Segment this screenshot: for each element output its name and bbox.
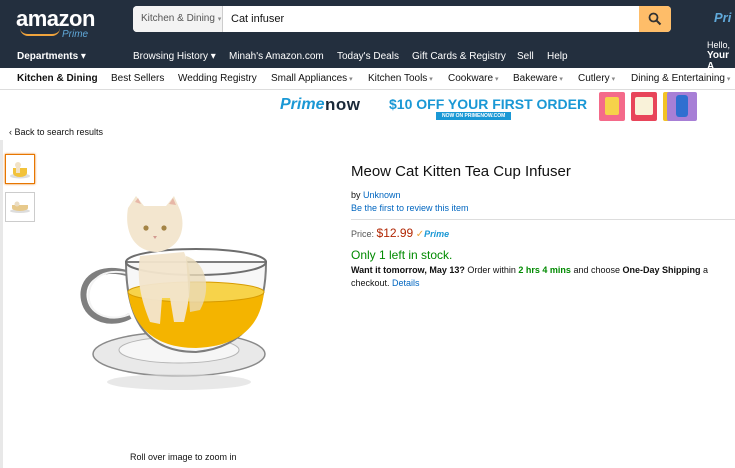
subnav-item-kitchen-tools[interactable]: Kitchen Tools ▾ [368,73,433,84]
shipping-details-link[interactable]: Details [392,278,420,288]
main-nav: Departments ▾ Browsing History ▾ Minah's… [0,46,735,68]
subnav-item-label: Cookware [448,73,494,84]
brand-link[interactable]: Unknown [363,190,401,200]
prime-badge: Prime [424,229,450,239]
at-label: a [703,265,709,275]
subnav-item-cookware[interactable]: Cookware ▾ [448,73,499,84]
subnav-item-wedding-registry[interactable]: Wedding Registry [178,73,257,84]
search-bar: Kitchen & Dining ▾ [133,6,671,32]
subnav-item-cutlery[interactable]: Cutlery ▾ [578,73,615,84]
chevron-down-icon: ▾ [609,76,616,83]
logo-smile-icon [20,28,60,36]
page-edge-divider [0,140,3,468]
primenow-prime-text: Prime [280,96,325,113]
product-byline: by Unknown [351,190,401,200]
price-label: Price: [351,229,375,239]
primenow-cta: NOW ON PRIMENOW.COM [436,112,512,120]
nav-item-help[interactable]: Help [547,51,568,62]
ad-product-image [599,92,625,121]
price-row: Price: $12.99 ✓Prime [351,226,449,240]
by-label: by [351,190,361,200]
subnav-item-dining-entertaining[interactable]: Dining & Entertaining ▾ [631,73,730,84]
subnav-item-bakeware[interactable]: Bakeware ▾ [513,73,563,84]
nav-item-sell[interactable]: Sell [517,51,534,62]
chevron-down-icon: ▾ [217,16,222,23]
chevron-down-icon: ▾ [427,76,433,83]
product-price: $12.99 [376,226,414,240]
prime-promo-link[interactable]: Pri [714,10,731,25]
delivery-question: Want it tomorrow, May 13? [351,265,465,275]
choose-label: and choose [573,265,620,275]
order-within-label: Order within [467,265,516,275]
subnav-item-label: Bakeware [513,73,558,84]
search-icon [648,12,662,26]
search-button[interactable] [639,6,671,32]
chevron-down-icon: ▾ [557,76,563,83]
product-main-image[interactable] [78,192,284,404]
nav-item-browsing-history[interactable]: Browsing History ▾ [133,51,216,62]
search-category-label: Kitchen & Dining [141,13,215,24]
product-thumbnail-1[interactable] [5,154,35,184]
subnav-item-best-sellers[interactable]: Best Sellers [111,73,164,84]
chevron-down-icon: ▾ [347,76,353,83]
product-title: Meow Cat Kitten Tea Cup Infuser [351,163,571,180]
logo-prime-label: Prime [62,29,89,40]
stock-status: Only 1 left in stock. [351,248,453,262]
nav-item-my-amazon[interactable]: Minah's Amazon.com [229,51,324,62]
top-header: amazon Prime Kitchen & Dining ▾ Pri [0,0,735,46]
shipping-info: Want it tomorrow, May 13? Order within 2… [351,264,735,290]
cat-teacup-thumbnail-icon [10,162,30,179]
nav-item-gift-cards[interactable]: Gift Cards & Registry [412,51,506,62]
subnav-item-label: Dining & Entertaining [631,73,725,84]
ad-product-image [631,92,657,121]
primenow-now-text: now [325,95,361,114]
back-to-results-link[interactable]: ‹ Back to search results [9,127,103,137]
chevron-down-icon: ▾ [724,76,731,83]
details-divider [351,219,735,220]
chevron-down-icon: ▾ [493,76,499,83]
category-subnav: Kitchen & Dining Best Sellers Wedding Re… [0,68,735,90]
one-day-shipping-label: One-Day Shipping [622,265,701,275]
prime-check-icon: ✓ [415,229,425,240]
hello-greeting: Hello, [707,40,731,50]
product-thumbnail-2[interactable] [5,192,35,222]
checkout-label: checkout. [351,278,390,288]
nav-item-todays-deals[interactable]: Today's Deals [337,51,399,62]
primenow-ad-banner[interactable]: Prime now $10 OFF YOUR FIRST ORDER NOW O… [258,91,708,122]
order-countdown: 2 hrs 4 mins [518,265,571,275]
primenow-offer-text: $10 OFF YOUR FIRST ORDER [389,96,588,112]
cat-teacup-side-thumbnail-icon [10,201,30,213]
departments-menu[interactable]: Departments ▾ [17,51,86,62]
subnav-item-label: Small Appliances [271,73,348,84]
search-category-select[interactable]: Kitchen & Dining ▾ [133,6,223,32]
departments-label: Departments [17,51,79,62]
subnav-item-small-appliances[interactable]: Small Appliances ▾ [271,73,353,84]
subnav-item-label: Kitchen Tools [368,73,428,84]
nav-item-label: Browsing History [133,51,209,62]
ad-product-image [667,92,697,121]
subnav-item-label: Cutlery [578,73,610,84]
search-input[interactable] [231,6,631,32]
subnav-item-kitchen-dining[interactable]: Kitchen & Dining [17,73,98,84]
zoom-hint: Roll over image to zoom in [130,452,237,462]
review-link[interactable]: Be the first to review this item [351,203,469,213]
